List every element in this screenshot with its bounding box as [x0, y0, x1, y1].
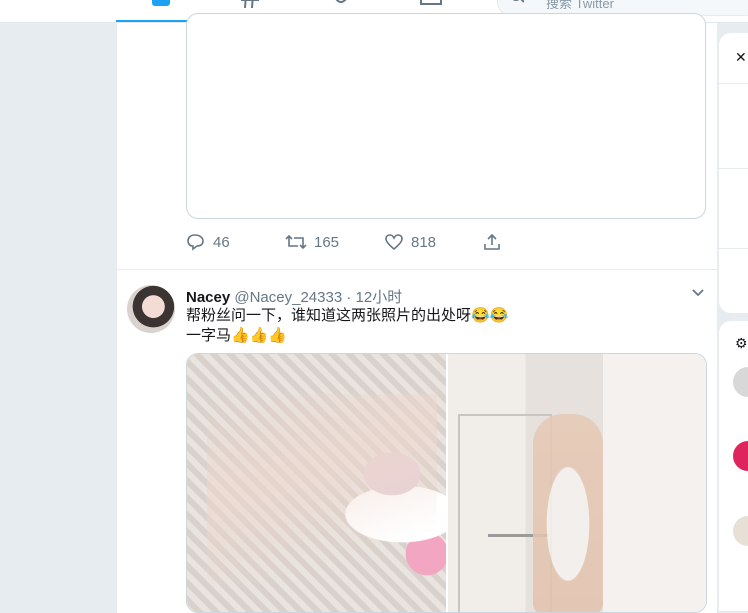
previous-tweet-actions: 46 165 818: [186, 233, 526, 257]
tweet-timestamp[interactable]: 12小时: [356, 289, 403, 306]
share-icon: [484, 233, 500, 250]
share-button[interactable]: [482, 233, 502, 251]
search-input-placeholder: 搜索 Twitter: [546, 0, 614, 11]
trend-divider: [719, 248, 748, 249]
hashtag-icon[interactable]: [240, 0, 260, 8]
reply-button[interactable]: 46: [186, 233, 230, 251]
tweet-media: [186, 353, 707, 613]
close-icon[interactable]: ✕: [735, 49, 747, 66]
who-to-follow-panel: ⚙: [719, 321, 748, 611]
previous-tweet-card[interactable]: [186, 13, 706, 219]
home-icon[interactable]: [152, 0, 170, 6]
chevron-down-icon[interactable]: [691, 288, 705, 298]
tweet-author-handle[interactable]: @Nacey_24333: [234, 289, 342, 306]
tweet-separator: ·: [346, 289, 352, 306]
tweet[interactable]: Nacey @Nacey_24333 · 12小时 帮粉丝问一下，谁知道这两张照…: [117, 270, 717, 613]
retweet-icon: [285, 234, 307, 250]
avatar[interactable]: [733, 367, 748, 397]
like-count: 818: [411, 233, 437, 251]
timeline: 46 165 818 Nacey @Nacey_24333 · 12小时 帮粉丝…: [116, 13, 718, 613]
tweet-text-line1: 帮粉丝问一下，谁知道这两张照片的出处呀😂😂: [186, 307, 509, 324]
tweet-author-name[interactable]: Nacey: [186, 289, 230, 306]
tweet-text: 帮粉丝问一下，谁知道这两张照片的出处呀😂😂 一字马👍👍👍: [186, 306, 508, 346]
photo-figure: [533, 414, 603, 612]
tweet-photo-left[interactable]: [187, 354, 446, 612]
reply-count: 46: [213, 233, 230, 251]
trend-divider: [719, 83, 748, 84]
settings-icon[interactable]: ⚙: [735, 335, 748, 352]
like-icon: [385, 234, 403, 251]
trend-divider: [719, 168, 748, 169]
tweet-header: Nacey @Nacey_24333 · 12小时: [186, 286, 402, 307]
trends-panel: ✕: [719, 33, 748, 313]
bell-icon[interactable]: [331, 0, 351, 8]
retweet-button[interactable]: 165: [285, 233, 339, 251]
tweet-text-line2: 一字马👍👍👍: [186, 327, 288, 344]
avatar[interactable]: [733, 441, 748, 471]
retweet-count: 165: [314, 233, 340, 251]
avatar[interactable]: [733, 516, 748, 546]
right-sidebar: ✕ ⚙: [719, 23, 748, 611]
tweet-photo-right[interactable]: [448, 354, 706, 612]
avatar[interactable]: [127, 285, 175, 333]
search-icon: [512, 0, 524, 3]
like-button[interactable]: 818: [384, 233, 436, 251]
reply-icon: [187, 234, 204, 251]
mail-icon[interactable]: [420, 0, 442, 8]
